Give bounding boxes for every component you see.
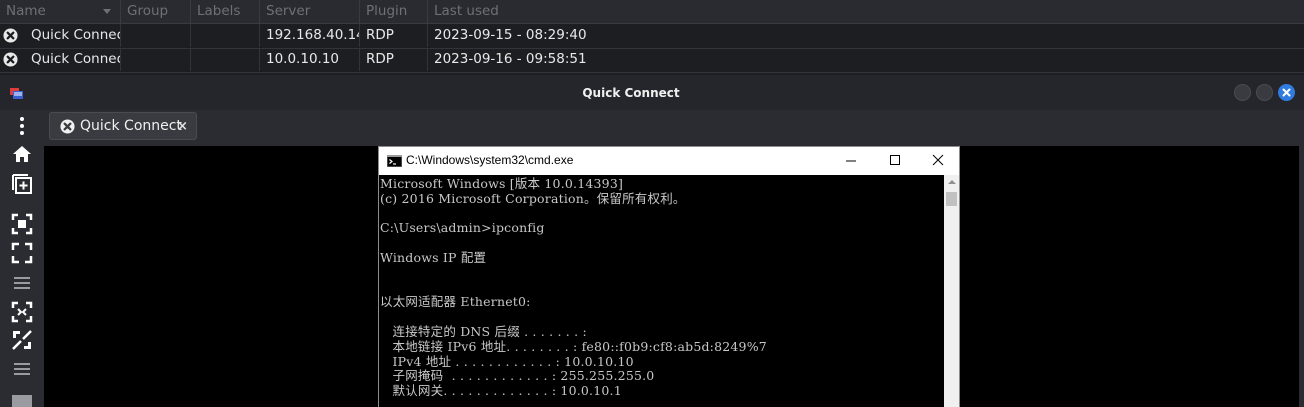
cmd-console-output[interactable]: Microsoft Windows [版本 10.0.14393] (c) 201… xyxy=(379,175,944,407)
console-line: IPv4 地址 . . . . . . . . . . . . : 10.0.1… xyxy=(380,353,634,369)
window-titlebar[interactable]: Quick Connect xyxy=(0,75,1304,110)
toolbar-sidebar xyxy=(0,110,44,407)
console-line: C:\Users\admin>ipconfig xyxy=(380,220,545,236)
table-row[interactable]: Quick Connect 10.0.10.10 RDP 2023-09-16 … xyxy=(0,48,1304,73)
scale-icon[interactable] xyxy=(11,329,33,351)
menu-dots-icon[interactable] xyxy=(11,115,33,137)
column-header-plugin[interactable]: Plugin xyxy=(359,0,427,23)
cmd-window[interactable]: C:\Windows\system32\cmd.exe Microsoft Wi… xyxy=(378,146,960,407)
cmd-titlebar[interactable]: C:\Windows\system32\cmd.exe xyxy=(379,147,959,175)
cmd-icon xyxy=(387,155,402,167)
table-header: Name Group Labels Server Plugin Last use… xyxy=(0,0,1304,24)
scroll-up-arrow-icon[interactable] xyxy=(948,180,956,184)
window-title: Quick Connect xyxy=(582,86,680,100)
cell-group xyxy=(120,24,190,47)
cell-last-used: 2023-09-16 - 09:58:51 xyxy=(427,48,1304,71)
column-header-last-used[interactable]: Last used xyxy=(427,0,1304,23)
table-row[interactable]: Quick Connect 192.168.40.141 RDP 2023-09… xyxy=(0,24,1304,49)
column-header-server[interactable]: Server xyxy=(259,0,359,23)
console-line: 连接特定的 DNS 后缀 . . . . . . . : xyxy=(380,324,587,339)
add-tab-icon[interactable] xyxy=(11,173,33,195)
cell-server: 192.168.40.141 xyxy=(259,24,359,47)
cell-plugin: RDP xyxy=(359,48,427,71)
cell-name: Quick Connect xyxy=(31,51,120,67)
sidebar-bottom-handle[interactable] xyxy=(12,395,32,407)
cell-group xyxy=(120,48,190,71)
home-icon[interactable] xyxy=(11,143,33,165)
cell-name: Quick Connect xyxy=(31,27,120,43)
cell-last-used: 2023-09-15 - 08:29:40 xyxy=(427,24,1304,47)
tab-label: Quick Connect xyxy=(80,118,182,134)
column-header-group[interactable]: Group xyxy=(120,0,190,23)
cell-server: 10.0.10.10 xyxy=(259,48,359,71)
rdp-connection-icon xyxy=(60,119,75,134)
cmd-close-button[interactable] xyxy=(916,147,960,175)
maximize-button[interactable] xyxy=(1256,84,1273,101)
hamburger-icon[interactable] xyxy=(11,358,33,380)
connection-list: Name Group Labels Server Plugin Last use… xyxy=(0,0,1304,73)
fullscreen-icon[interactable] xyxy=(11,242,33,264)
cell-plugin: RDP xyxy=(359,24,427,47)
console-line: 默认网关. . . . . . . . . . . . . : 10.0.10.… xyxy=(380,383,622,399)
cmd-maximize-button[interactable] xyxy=(873,147,917,175)
fit-screen-icon[interactable] xyxy=(11,301,33,323)
tab-quick-connect[interactable]: Quick Connect × xyxy=(49,112,197,140)
scrollbar-thumb[interactable] xyxy=(946,192,957,206)
hamburger-icon[interactable] xyxy=(11,272,33,294)
console-line: (c) 2016 Microsoft Corporation。保留所有权利。 xyxy=(380,190,686,206)
cell-labels xyxy=(190,24,259,47)
cmd-title: C:\Windows\system32\cmd.exe xyxy=(406,153,574,167)
console-line: 本地链接 IPv6 地址. . . . . . . . : fe80::f0b9… xyxy=(380,338,767,354)
minimize-button[interactable] xyxy=(1234,84,1251,101)
tab-strip: Quick Connect × xyxy=(44,110,1304,146)
cmd-minimize-button[interactable] xyxy=(829,147,873,175)
tab-close-icon[interactable]: × xyxy=(177,113,188,140)
console-line: 以太网适配器 Ethernet0: xyxy=(380,294,531,310)
screenshot-icon[interactable] xyxy=(11,213,33,235)
column-header-labels[interactable]: Labels xyxy=(190,0,259,23)
column-header-name[interactable]: Name xyxy=(0,0,120,23)
close-window-button[interactable] xyxy=(1278,84,1295,101)
sort-arrow-icon[interactable] xyxy=(103,9,111,14)
console-line: 子网掩码 . . . . . . . . . . . . : 255.255.2… xyxy=(380,368,655,384)
cell-labels xyxy=(190,48,259,71)
cmd-scrollbar[interactable] xyxy=(944,175,959,407)
console-line: Windows IP 配置 xyxy=(380,250,487,265)
console-line: Microsoft Windows [版本 10.0.14393] xyxy=(380,176,624,191)
